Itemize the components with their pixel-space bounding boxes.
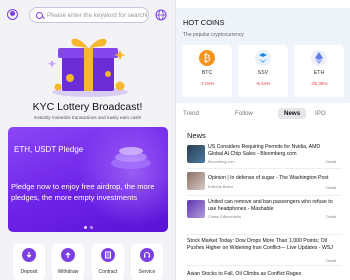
deposit-button[interactable]: Deposit [13,244,45,280]
coin-symbol: ETH [313,70,325,76]
globe-icon[interactable] [155,9,167,21]
coin-stack-icon [111,147,151,169]
service-icon [140,248,154,262]
coin-card-ssv[interactable]: SSV -6.44% [238,45,288,97]
coin-change: -7.04% [199,81,215,86]
btc-icon: ₿ [199,50,215,66]
coin-change: -25.39% [310,81,328,86]
carousel-dot-active[interactable] [84,226,87,229]
news-title: Asian Stocks to Fall, Oil Climbs as Conf… [187,271,302,277]
news-detail-link[interactable]: Detail [326,185,336,190]
search-input[interactable] [47,11,147,19]
contract-icon [101,248,115,262]
gift-box-illustration [47,38,128,97]
eth-icon [311,50,327,66]
news-detail-link[interactable]: Detail [326,159,336,164]
withdraw-label: Withdraw [57,269,79,275]
divider [187,168,342,169]
divider [187,195,342,196]
contract-label: Contract [98,269,118,275]
tab-follow[interactable]: Follow [235,110,253,117]
user-avatar-icon[interactable] [7,9,18,20]
divider [187,265,342,266]
news-thumbnail [187,200,205,218]
search-icon [36,11,43,19]
coin-card-btc[interactable]: ₿ BTC -7.04% [182,45,232,97]
news-detail-link[interactable]: Detail [326,258,336,263]
tab-news[interactable]: News [278,108,307,119]
pledge-banner[interactable]: ETH, USDT Pledge [8,127,168,232]
news-title: US Considers Requiring Permits for Nvidi… [208,144,321,157]
news-thumbnail [187,145,205,163]
banner-title: ETH, USDT Pledge [14,145,84,154]
hero-subtitle: Instantly monetize transactions and easi… [33,115,142,120]
news-title: United can remove and ban passengers who… [208,199,333,212]
news-title: Opinion | In defense of sugar - The Wash… [208,175,329,181]
news-thumbnail [187,172,205,190]
news-source: Editorial Board [208,185,233,189]
divider [187,234,342,235]
service-label: Service [138,269,156,275]
service-button[interactable]: Service [131,244,163,280]
news-source: Bloomberg.com [208,160,235,164]
carousel-dot[interactable] [90,226,93,229]
news-detail-link[interactable]: Detail [326,214,336,219]
coin-card-eth[interactable]: ETH -25.39% [294,45,344,97]
withdraw-icon [61,248,75,262]
news-heading: News [187,131,206,140]
coin-symbol: SSV [257,70,269,76]
search-bar[interactable] [29,7,149,23]
top-bar [0,0,175,30]
withdraw-button[interactable]: Withdraw [52,244,84,280]
news-title: Stock Market Today: Dow Drops More Than … [187,238,333,251]
news-source: Chase DiBenedetto [208,215,241,219]
contract-button[interactable]: Contract [92,244,124,280]
deposit-label: Deposit [20,269,38,275]
svg-text:₿: ₿ [203,53,210,65]
coin-change: -6.44% [255,81,271,86]
banner-text: Pledge now to enjoy free airdrop, the mo… [11,182,155,202]
hero-title: KYC Lottery Broadcast! [32,101,143,113]
hot-coins-subtitle: The popular cryptocurrency [183,32,244,38]
hot-coins-title: HOT COINS [183,18,225,27]
coin-symbol: BTC [201,70,213,76]
deposit-icon [22,248,36,262]
tab-ipo[interactable]: IPO [315,110,326,117]
ssv-icon [255,50,271,66]
tab-trend[interactable]: Trend [183,110,199,117]
